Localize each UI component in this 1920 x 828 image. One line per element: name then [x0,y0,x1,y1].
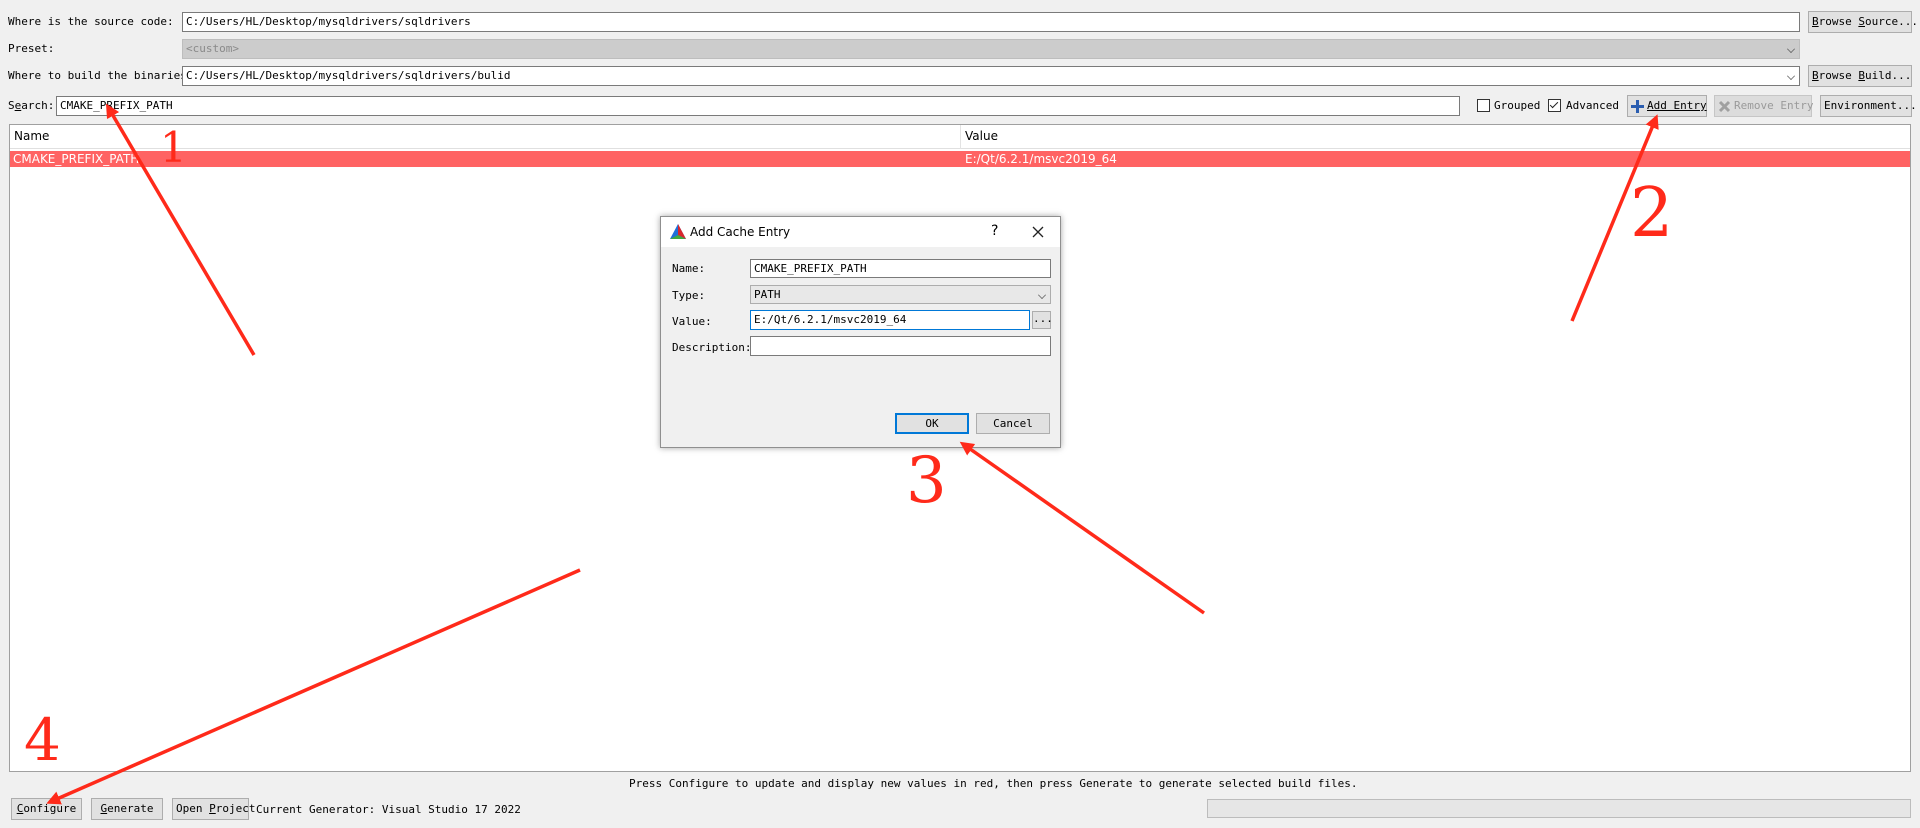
configure-button[interactable]: Configure [11,798,82,820]
source-label: Where is the source code: [8,15,174,28]
open-project-button[interactable]: Open Project [172,798,256,820]
table-row[interactable]: CMAKE_PREFIX_PATH E:/Qt/6.2.1/msvc2019_6… [10,151,1910,167]
description-label: Description: [672,341,752,354]
column-value: Value [965,129,998,143]
grouped-label: Grouped [1494,99,1541,112]
status-message: Press Configure to update and display ne… [629,777,1358,790]
dialog-title: Add Cache Entry [690,225,791,239]
type-combo[interactable]: PATH [750,285,1051,304]
browse-build-button[interactable]: Browse Build... [1808,65,1912,87]
generate-button[interactable]: Generate [91,798,163,820]
progress-bar [1207,799,1911,818]
grouped-checkbox[interactable] [1477,99,1490,112]
search-label: Search: [8,99,55,112]
remove-entry-button: Remove Entry [1714,95,1814,117]
advanced-checkbox[interactable] [1548,99,1561,112]
current-generator: Current Generator: Visual Studio 17 2022 [256,803,521,816]
name-label: Name: [672,262,706,275]
chevron-down-icon [1787,72,1795,80]
table-header: Name Value [10,125,1910,149]
dialog-titlebar: Add Cache Entry ? [661,217,1060,247]
preset-combo: <custom> [182,39,1800,59]
add-entry-button[interactable]: Add Entry [1627,95,1707,117]
help-button[interactable]: ? [991,223,998,239]
column-name: Name [14,129,50,143]
plus-icon [1631,100,1644,113]
value-browse-button[interactable]: ... [1032,311,1053,329]
check-icon [1549,99,1559,109]
name-input[interactable]: CMAKE_PREFIX_PATH [750,259,1051,278]
search-input[interactable]: CMAKE_PREFIX_PATH [56,96,1460,116]
remove-entry-label: Remove Entry [1734,99,1814,112]
preset-label: Preset: [8,42,55,55]
cmake-logo-icon [670,224,686,239]
cancel-button[interactable]: Cancel [976,413,1050,434]
build-value: C:/Users/HL/Desktop/mysqldrivers/sqldriv… [186,69,511,82]
add-cache-entry-dialog: Add Cache Entry ? Name: CMAKE_PREFIX_PAT… [660,216,1061,448]
chevron-down-icon [1038,291,1046,299]
column-separator [960,125,961,149]
row-name: CMAKE_PREFIX_PATH [13,152,140,166]
build-combo[interactable]: C:/Users/HL/Desktop/mysqldrivers/sqldriv… [182,66,1800,86]
preset-value: <custom> [186,42,239,55]
remove-icon [1718,100,1731,113]
value-input[interactable]: E:/Qt/6.2.1/msvc2019_64 [750,310,1030,330]
row-value: E:/Qt/6.2.1/msvc2019_64 [965,152,1117,166]
type-value: PATH [754,288,781,301]
description-input[interactable] [750,336,1051,356]
value-label: Value: [672,315,712,328]
type-label: Type: [672,289,706,302]
environment-button[interactable]: Environment... [1820,95,1917,117]
build-label: Where to build the binaries: [8,69,194,82]
chevron-down-icon [1787,45,1795,53]
browse-source-button[interactable]: Browse Source... [1808,11,1918,33]
close-icon[interactable] [1032,226,1044,238]
source-input[interactable]: C:/Users/HL/Desktop/mysqldrivers/sqldriv… [182,12,1800,32]
add-entry-label: Add Entry [1647,99,1707,112]
advanced-label: Advanced [1566,99,1619,112]
ok-button[interactable]: OK [895,413,969,434]
